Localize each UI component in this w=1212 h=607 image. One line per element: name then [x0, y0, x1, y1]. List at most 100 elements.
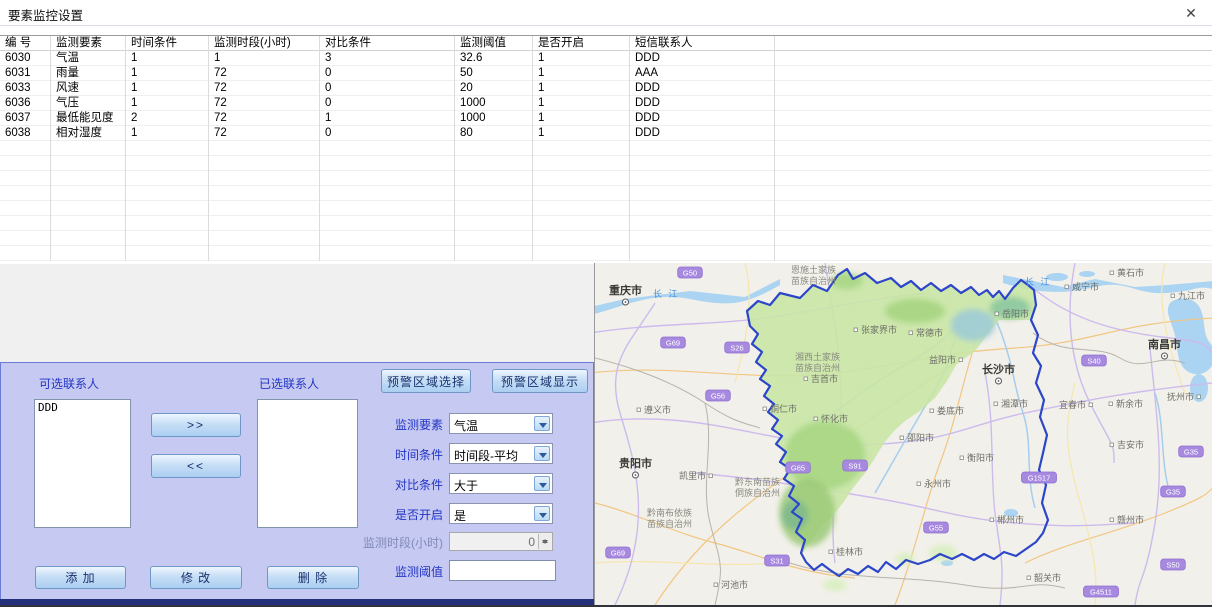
- table-empty-row: [0, 216, 1212, 231]
- compare-condition-label: 对比条件: [331, 476, 443, 493]
- table-row[interactable]: 6030气温11332.61DDD: [0, 51, 1212, 66]
- table-cell: 2: [126, 111, 209, 126]
- table-cell: [51, 156, 126, 171]
- table-row[interactable]: 6033风速1720201DDD: [0, 81, 1212, 96]
- table-cell: 6030: [0, 51, 51, 66]
- province-map: 重庆市遵义市贵阳市凯里市河池市桂林市铜仁市怀化市吉首市张家界市常德市益阳市岳阳市…: [595, 263, 1212, 605]
- table-filler-cell: [775, 126, 1212, 141]
- city-label: 吉安市: [1117, 439, 1144, 450]
- compare-condition-dropdown[interactable]: 大于: [449, 473, 553, 494]
- threshold-input[interactable]: [449, 560, 556, 581]
- table-cell: [209, 231, 320, 246]
- city-label: 怀化市: [821, 413, 848, 424]
- table-row[interactable]: 6038相对湿度1720801DDD: [0, 126, 1212, 141]
- table-row[interactable]: 6031雨量1720501AAA: [0, 66, 1212, 81]
- table-cell: [533, 216, 630, 231]
- city-label: 遵义市: [644, 404, 671, 415]
- city-label: 九江市: [1178, 290, 1205, 301]
- table-cell: 6037: [0, 111, 51, 126]
- city-marker: [1110, 443, 1114, 447]
- city-marker: [1065, 285, 1069, 289]
- city-label: 衡阳市: [967, 452, 994, 463]
- settings-panel: 可选联系人 已选联系人 DDD >> << 预警区域选择 预警区域显示 监测要素…: [0, 362, 594, 600]
- spinner-arrows-icon[interactable]: [538, 534, 551, 549]
- move-left-button[interactable]: <<: [151, 454, 241, 478]
- city-marker: [960, 456, 964, 460]
- table-cell: [51, 201, 126, 216]
- city-marker: [814, 417, 818, 421]
- table-row[interactable]: 6036气压172010001DDD: [0, 96, 1212, 111]
- list-item[interactable]: DDD: [35, 400, 130, 415]
- table-cell: 6036: [0, 96, 51, 111]
- district-label: 苗族自治州: [791, 275, 836, 286]
- delete-button[interactable]: 删 除: [267, 566, 359, 589]
- table-header-cell: 是否开启: [533, 36, 630, 51]
- table-cell: [320, 156, 455, 171]
- table-cell: [126, 156, 209, 171]
- city-label: 新余市: [1116, 398, 1143, 409]
- modify-button[interactable]: 修 改: [150, 566, 242, 589]
- table-cell: [630, 246, 775, 261]
- table-cell: 0: [320, 66, 455, 81]
- city-label: 长沙市: [982, 362, 1015, 376]
- table-cell: 雨量: [51, 66, 126, 81]
- chevron-down-icon[interactable]: [534, 446, 550, 461]
- warning-area-select-button[interactable]: 预警区域选择: [381, 369, 471, 393]
- city-marker: [854, 328, 858, 332]
- city-marker: [959, 358, 963, 362]
- titlebar: 要素监控设置 ✕: [0, 0, 1212, 26]
- table-filler-cell: [775, 96, 1212, 111]
- time-condition-dropdown[interactable]: 时间段-平均: [449, 443, 553, 464]
- city-marker: [714, 583, 718, 587]
- city-label: 宜春市: [1059, 399, 1086, 410]
- add-button[interactable]: 添 加: [35, 566, 126, 589]
- city-label: 岳阳市: [1002, 308, 1029, 319]
- enabled-dropdown[interactable]: 是: [449, 503, 553, 524]
- road-badge-label: G69: [611, 549, 625, 558]
- warning-area-display-button[interactable]: 预警区域显示: [492, 369, 588, 393]
- road-badge-label: G65: [791, 464, 805, 473]
- city-marker: [1110, 271, 1114, 275]
- city-label: 吉首市: [811, 373, 838, 384]
- chevron-down-icon[interactable]: [534, 506, 550, 521]
- city-label: 凯里市: [679, 470, 706, 481]
- table-cell: DDD: [630, 111, 775, 126]
- table-empty-row: [0, 141, 1212, 156]
- table-cell: 6031: [0, 66, 51, 81]
- chevron-down-icon[interactable]: [534, 476, 550, 491]
- table-cell: [51, 231, 126, 246]
- element-dropdown[interactable]: 气温: [449, 413, 553, 434]
- move-right-button[interactable]: >>: [151, 413, 241, 437]
- element-label: 监测要素: [331, 416, 443, 433]
- table-cell: 1: [533, 51, 630, 66]
- table-cell: 72: [209, 66, 320, 81]
- available-contacts-list[interactable]: DDD: [34, 399, 131, 528]
- table-filler-cell: [775, 201, 1212, 216]
- close-icon[interactable]: ✕: [1180, 3, 1202, 23]
- table-cell: [209, 156, 320, 171]
- city-marker: [900, 436, 904, 440]
- table-cell: 1: [126, 81, 209, 96]
- table-cell: 相对湿度: [51, 126, 126, 141]
- table-cell: 1000: [455, 111, 533, 126]
- table-cell: [533, 201, 630, 216]
- map-view[interactable]: 重庆市遵义市贵阳市凯里市河池市桂林市铜仁市怀化市吉首市张家界市常德市益阳市岳阳市…: [594, 263, 1212, 605]
- city-label: 河池市: [721, 579, 748, 590]
- city-marker: [994, 402, 998, 406]
- city-marker: [1197, 395, 1201, 399]
- table-cell: [455, 231, 533, 246]
- table-cell: 72: [209, 96, 320, 111]
- table-cell: [0, 231, 51, 246]
- table-cell: 0: [320, 126, 455, 141]
- capital-marker-dot: [1164, 355, 1166, 357]
- table-filler-cell: [775, 51, 1212, 66]
- chevron-down-icon[interactable]: [534, 416, 550, 431]
- table-cell: 风速: [51, 81, 126, 96]
- table-row[interactable]: 6037最低能见度272110001DDD: [0, 111, 1212, 126]
- period-spinner[interactable]: 0: [449, 532, 553, 551]
- table-cell: 72: [209, 111, 320, 126]
- table-header-cell: 编 号: [0, 36, 51, 51]
- table-cell: 1: [533, 66, 630, 81]
- city-label: 重庆市: [609, 283, 642, 297]
- table-filler-cell: [775, 66, 1212, 81]
